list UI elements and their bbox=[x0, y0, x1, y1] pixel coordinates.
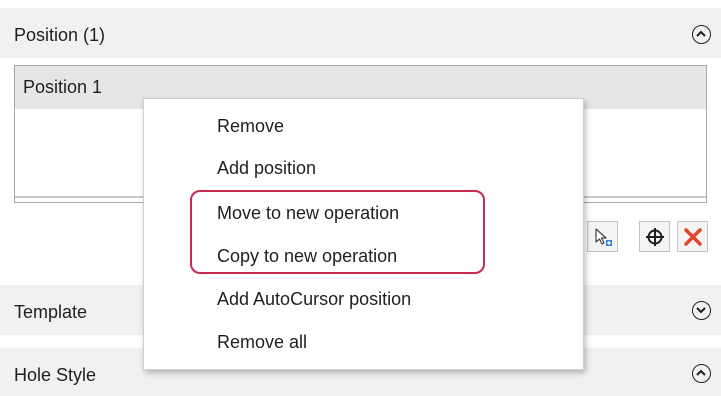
properties-panel: Position (1) Position 1 Template Hole St… bbox=[0, 0, 721, 396]
menu-item-add-position[interactable]: Add position bbox=[217, 158, 316, 179]
highlight-box bbox=[190, 190, 485, 274]
delete-position-button[interactable] bbox=[677, 221, 708, 252]
position-section-header[interactable]: Position (1) bbox=[0, 8, 721, 58]
menu-item-remove[interactable]: Remove bbox=[217, 116, 284, 137]
menu-item-remove-all[interactable]: Remove all bbox=[217, 332, 307, 353]
template-section-title: Template bbox=[14, 302, 88, 322]
list-item-label: Position 1 bbox=[23, 77, 103, 97]
menu-item-add-autocursor-position[interactable]: Add AutoCursor position bbox=[217, 289, 411, 310]
pick-position-button[interactable] bbox=[639, 221, 670, 252]
chevron-down-icon[interactable] bbox=[692, 301, 711, 320]
hole-style-section-title: Hole Style bbox=[14, 365, 97, 385]
chevron-up-icon[interactable] bbox=[692, 25, 711, 44]
chevron-up-icon[interactable] bbox=[692, 364, 711, 383]
position-section-title: Position (1) bbox=[14, 25, 106, 45]
add-position-button[interactable] bbox=[587, 221, 618, 252]
